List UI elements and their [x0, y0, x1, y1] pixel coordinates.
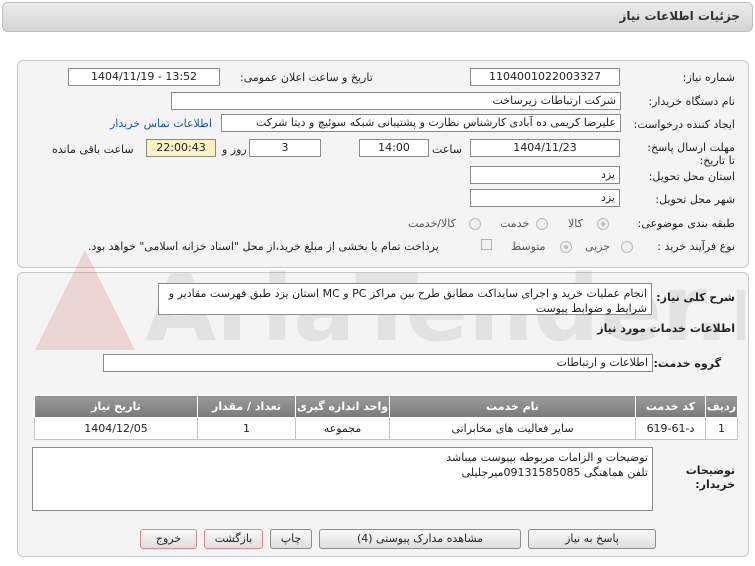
category-goods-service-label: کالا/خدمت [408, 217, 456, 230]
need-number-field[interactable]: 1104001022003327 [470, 68, 620, 86]
process-medium-radio[interactable] [560, 241, 572, 253]
cell-service-code: د-61-619 [635, 417, 706, 440]
category-goods-service-radio[interactable] [469, 218, 481, 230]
city-label: شهر محل تحویل: [655, 193, 735, 206]
buyer-org-label: نام دستگاه خریدار: [648, 95, 735, 108]
process-medium-label: متوسط [511, 240, 546, 253]
services-table-header: ردیف کد خدمت نام خدمت واحد اندازه گیری ت… [34, 395, 738, 418]
summary-field[interactable]: انجام عملیات خرید و اجرای سایداکت مطابق … [158, 283, 652, 315]
category-label: طبقه بندی موضوعی: [637, 217, 735, 230]
buyer-org-field[interactable]: شرکت ارتباطات زیرساخت [171, 92, 621, 110]
service-group-field[interactable]: اطلاعات و ارتباطات [103, 354, 653, 372]
province-label: استان محل تحویل: [648, 170, 735, 183]
cell-need-date: 1404/12/05 [34, 417, 198, 440]
buyer-notes-field[interactable]: توضیحات و الزامات مربوطه بپیوست میباشد ت… [32, 447, 653, 511]
table-row[interactable]: 1 د-61-619 سایر فعالیت های مخابراتی مجمو… [34, 417, 738, 440]
buyer-notes-label: توضیحات خریدار: [685, 464, 735, 491]
cell-row: 1 [705, 417, 738, 440]
deadline-time-label: ساعت [432, 143, 462, 156]
announce-field[interactable]: 1404/11/19 - 13:52 [68, 68, 220, 86]
buyer-notes-line2: تلفن هماهنگی 09131585085میرجلیلی [461, 466, 648, 479]
creator-label: ایجاد کننده درخواست: [633, 118, 735, 131]
deadline-time-field[interactable]: 14:00 [359, 139, 429, 157]
deadline-date-field[interactable]: 1404/11/23 [470, 139, 620, 157]
announce-label: تاریخ و ساعت اعلان عمومی: [240, 71, 373, 84]
category-service-radio[interactable] [536, 218, 548, 230]
days-label: روز و [222, 143, 247, 156]
process-minor-radio[interactable] [621, 241, 633, 253]
category-service-label: خدمت [500, 217, 530, 230]
city-field[interactable]: یزد [470, 189, 620, 207]
summary-label: شرح کلی نیاز: [656, 291, 735, 304]
category-goods-label: کالا [568, 217, 583, 230]
cell-unit: مجموعه [295, 417, 390, 440]
exit-button[interactable]: خروج [140, 529, 197, 549]
col-service-code: کد خدمت [635, 395, 706, 418]
col-quantity: تعداد / مقدار [197, 395, 296, 418]
col-row: ردیف [705, 395, 738, 418]
need-number-label: شماره نیاز: [682, 71, 735, 84]
cell-quantity: 1 [197, 417, 296, 440]
treasury-payment-checkbox[interactable] [481, 239, 492, 250]
remaining-time-field: 22:00:43 [146, 139, 216, 157]
reply-button[interactable]: پاسخ به نیاز [528, 529, 656, 549]
page-header: جزئیات اطلاعات نیاز [2, 2, 753, 32]
col-need-date: تاریخ نیاز [34, 395, 198, 418]
remaining-label: ساعت باقی مانده [52, 143, 134, 156]
services-table: ردیف کد خدمت نام خدمت واحد اندازه گیری ت… [34, 395, 738, 440]
deadline-label: مهلت ارسال پاسخ: تا تاریخ: [647, 141, 735, 167]
process-label: نوع فرآیند خرید : [657, 240, 735, 253]
print-button[interactable]: چاپ [270, 529, 312, 549]
back-button[interactable]: بازگشت [204, 529, 263, 549]
page-title: جزئیات اطلاعات نیاز [619, 9, 740, 23]
service-group-label: گروه خدمت: [653, 357, 721, 370]
col-service-name: نام خدمت [389, 395, 636, 418]
province-field[interactable]: یزد [470, 166, 620, 184]
services-section-title: اطلاعات خدمات مورد نیاز [597, 322, 735, 335]
process-minor-label: جزیی [585, 240, 611, 253]
buyer-contact-link[interactable]: اطلاعات تماس خریدار [110, 117, 212, 130]
category-goods-radio[interactable] [597, 218, 609, 230]
creator-field[interactable]: علیرضا کریمی ده آبادی کارشناس نظارت و پش… [221, 114, 621, 132]
treasury-payment-note: پرداخت تمام یا بخشی از مبلغ خرید،از محل … [88, 240, 439, 253]
attachments-button[interactable]: مشاهده مدارک پیوستی (4) [319, 529, 521, 549]
buyer-notes-line1: توضیحات و الزامات مربوطه بپیوست میباشد [446, 451, 648, 464]
days-field[interactable]: 3 [249, 139, 321, 157]
col-unit: واحد اندازه گیری [295, 395, 390, 418]
cell-service-name: سایر فعالیت های مخابراتی [389, 417, 636, 440]
